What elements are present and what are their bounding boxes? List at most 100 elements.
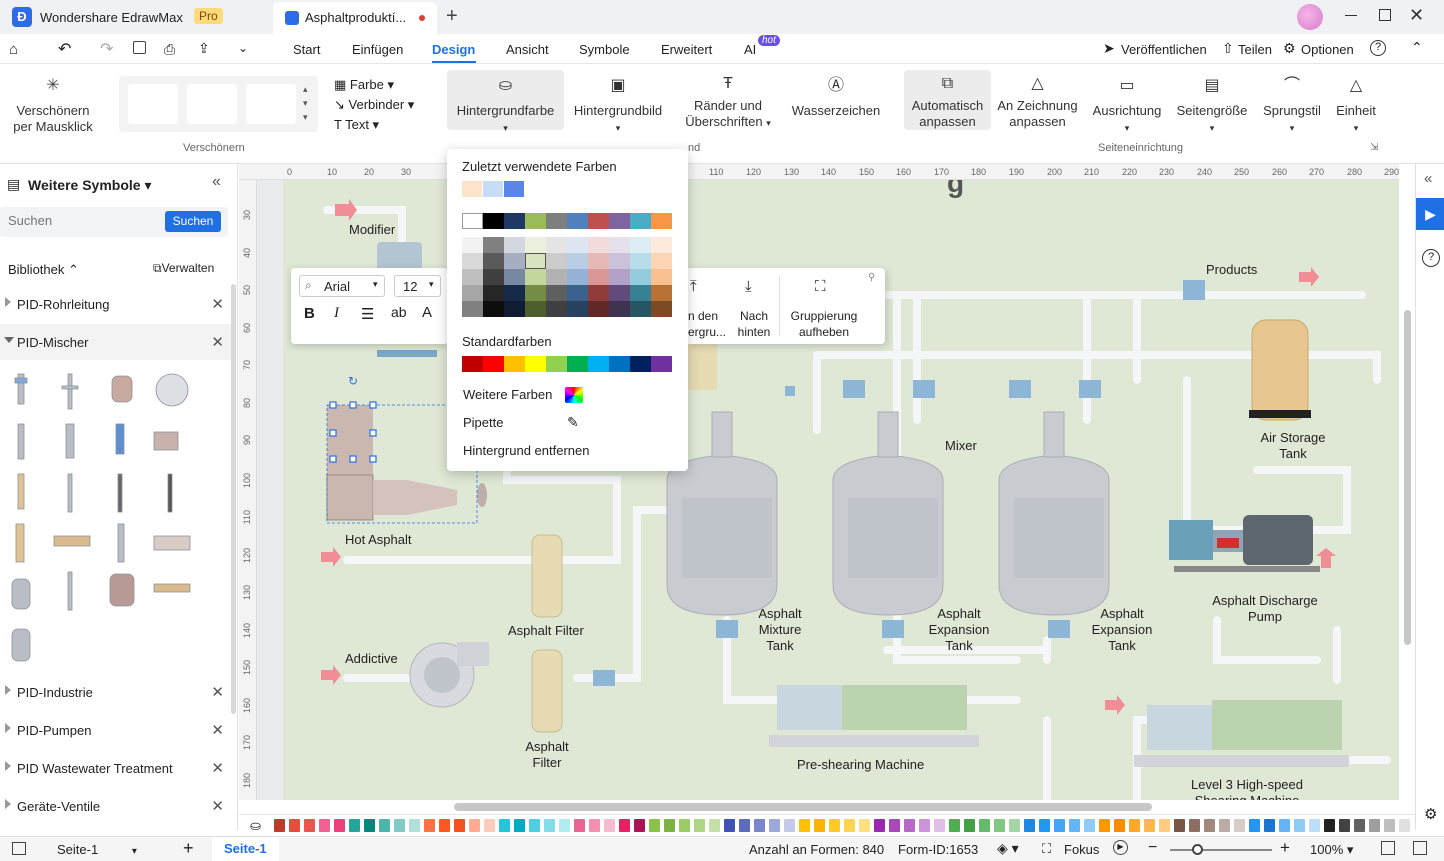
palette-swatch[interactable]	[979, 819, 990, 832]
theme-color-swatch[interactable]	[651, 269, 672, 285]
auto-fit-button[interactable]: ⧉ Automatisch anpassen	[904, 76, 991, 130]
palette-swatch[interactable]	[1024, 819, 1035, 832]
theme-color-swatch[interactable]	[504, 285, 525, 301]
theme-color-swatch[interactable]	[630, 237, 651, 253]
document-tab[interactable]: Asphaltproduktí...	[273, 2, 437, 34]
close-icon[interactable]: ✕	[211, 759, 224, 777]
theme-color-swatch[interactable]	[651, 285, 672, 301]
label-addictive[interactable]: Addictive	[345, 651, 398, 667]
theme-color-swatch[interactable]	[546, 213, 567, 229]
pin-icon[interactable]: ⚲	[868, 272, 875, 283]
text-dropdown[interactable]: T Text ▾	[334, 117, 379, 133]
manage-button[interactable]: ⧉Verwalten	[153, 261, 214, 276]
theme-color-swatch[interactable]	[588, 301, 609, 317]
fullscreen-icon[interactable]	[1413, 841, 1427, 855]
palette-swatch[interactable]	[1069, 819, 1080, 832]
palette-swatch[interactable]	[829, 819, 840, 832]
palette-swatch[interactable]	[1279, 819, 1290, 832]
label-expansion-tank-1[interactable]: Asphalt Expansion Tank	[921, 606, 997, 654]
label-preshearing[interactable]: Pre-shearing Machine	[797, 757, 924, 773]
palette-swatch[interactable]	[769, 819, 780, 832]
theme-color-swatch[interactable]	[462, 253, 483, 269]
theme-color-swatch[interactable]	[483, 213, 504, 229]
label-hot-asphalt[interactable]: Hot Asphalt	[345, 532, 412, 548]
collapse-ribbon-icon[interactable]: ⌃	[1411, 39, 1423, 56]
tab-ai[interactable]: AI	[744, 42, 756, 57]
palette-swatch[interactable]	[574, 819, 585, 832]
palette-swatch[interactable]	[994, 819, 1005, 832]
palette-swatch[interactable]	[904, 819, 915, 832]
palette-swatch[interactable]	[874, 819, 885, 832]
home-icon[interactable]: ⌂	[9, 41, 18, 58]
close-icon[interactable]: ✕	[211, 797, 224, 815]
label-level3[interactable]: Level 3 High-speed Shearing Machine	[1182, 777, 1312, 800]
text-case-icon[interactable]: ab	[391, 304, 407, 320]
focus-button[interactable]: Fokus	[1064, 842, 1099, 857]
help-panel-icon[interactable]: ?	[1422, 249, 1440, 267]
label-asphalt-filter-1[interactable]: Asphalt Filter	[508, 623, 584, 639]
italic-icon[interactable]: I	[334, 305, 339, 322]
standard-color-swatch[interactable]	[525, 356, 546, 372]
palette-swatch[interactable]	[1099, 819, 1110, 832]
label-modifier[interactable]: Modifier	[349, 222, 395, 238]
standard-color-swatch[interactable]	[546, 356, 567, 372]
help-icon[interactable]: ?	[1370, 40, 1386, 56]
lib-item-pid-industry[interactable]: PID-Industrie ✕	[0, 674, 232, 710]
collapse-panel-icon[interactable]: «	[212, 173, 221, 191]
layers-icon[interactable]: ◈ ▾	[997, 840, 1019, 857]
palette-swatch[interactable]	[1369, 819, 1380, 832]
more-icon[interactable]: ⌄	[238, 41, 248, 55]
standard-color-swatch[interactable]	[588, 356, 609, 372]
palette-swatch[interactable]	[1339, 819, 1350, 832]
tab-symbols[interactable]: Symbole	[579, 42, 630, 57]
undo-icon[interactable]: ↶	[58, 39, 71, 59]
palette-swatch[interactable]	[439, 819, 450, 832]
palette-swatch[interactable]	[484, 819, 495, 832]
label-mixer[interactable]: Mixer	[945, 438, 977, 454]
more-colors-button[interactable]: Weitere Farben	[463, 387, 673, 407]
beautify-styles-gallery[interactable]: ▴ ▾ ▾	[119, 76, 318, 132]
palette-swatch[interactable]	[1054, 819, 1065, 832]
palette-swatch[interactable]	[889, 819, 900, 832]
standard-swatches[interactable]	[462, 356, 674, 372]
close-icon[interactable]: ✕	[211, 333, 224, 351]
theme-color-swatch[interactable]	[630, 253, 651, 269]
palette-swatch[interactable]	[814, 819, 825, 832]
theme-color-swatch[interactable]	[609, 269, 630, 285]
jump-style-button[interactable]: ⌒ Sprungstil ▾	[1256, 78, 1328, 136]
theme-color-swatch[interactable]	[483, 301, 504, 317]
lib-item-pid-wastewater[interactable]: PID Wastewater Treatment ✕	[0, 750, 232, 786]
close-icon[interactable]: ✕	[211, 721, 224, 739]
palette-swatch[interactable]	[1204, 819, 1215, 832]
search-button[interactable]: Suchen	[165, 211, 221, 232]
palette-swatch[interactable]	[754, 819, 765, 832]
theme-color-swatch[interactable]	[609, 301, 630, 317]
theme-color-swatch[interactable]	[609, 253, 630, 269]
theme-color-swatch[interactable]	[588, 213, 609, 229]
palette-swatch[interactable]	[334, 819, 345, 832]
theme-color-swatch[interactable]	[630, 285, 651, 301]
play-icon[interactable]: ▶	[1113, 840, 1128, 855]
palette-swatch[interactable]	[649, 819, 660, 832]
palette-swatch[interactable]	[1219, 819, 1230, 832]
orientation-button[interactable]: ▭ Ausrichtung ▾	[1088, 78, 1166, 136]
theme-color-swatch[interactable]	[483, 269, 504, 285]
page-tab-dropdown[interactable]: Seite-1 ▾	[57, 842, 137, 857]
lib-item-pid-pipeline[interactable]: PID-Rohrleitung ✕	[0, 286, 232, 322]
style-preview-3[interactable]	[246, 84, 296, 124]
palette-swatch[interactable]	[619, 819, 630, 832]
palette-swatch[interactable]	[499, 819, 510, 832]
tab-design[interactable]: Design	[432, 42, 475, 57]
style-preview-1[interactable]	[128, 84, 178, 124]
minimize-button[interactable]	[1345, 15, 1357, 16]
zoom-in-button[interactable]: +	[1280, 838, 1290, 858]
theme-color-swatch[interactable]	[504, 301, 525, 317]
tab-start[interactable]: Start	[293, 42, 320, 57]
palette-swatch[interactable]	[319, 819, 330, 832]
export-icon[interactable]: ⇪	[198, 40, 210, 57]
label-mixing-tank[interactable]: Asphalt Mixture Tank	[750, 606, 810, 654]
theme-color-swatch[interactable]	[525, 213, 546, 229]
palette-swatch[interactable]	[739, 819, 750, 832]
theme-color-swatch[interactable]	[567, 269, 588, 285]
theme-color-swatch[interactable]	[651, 253, 672, 269]
